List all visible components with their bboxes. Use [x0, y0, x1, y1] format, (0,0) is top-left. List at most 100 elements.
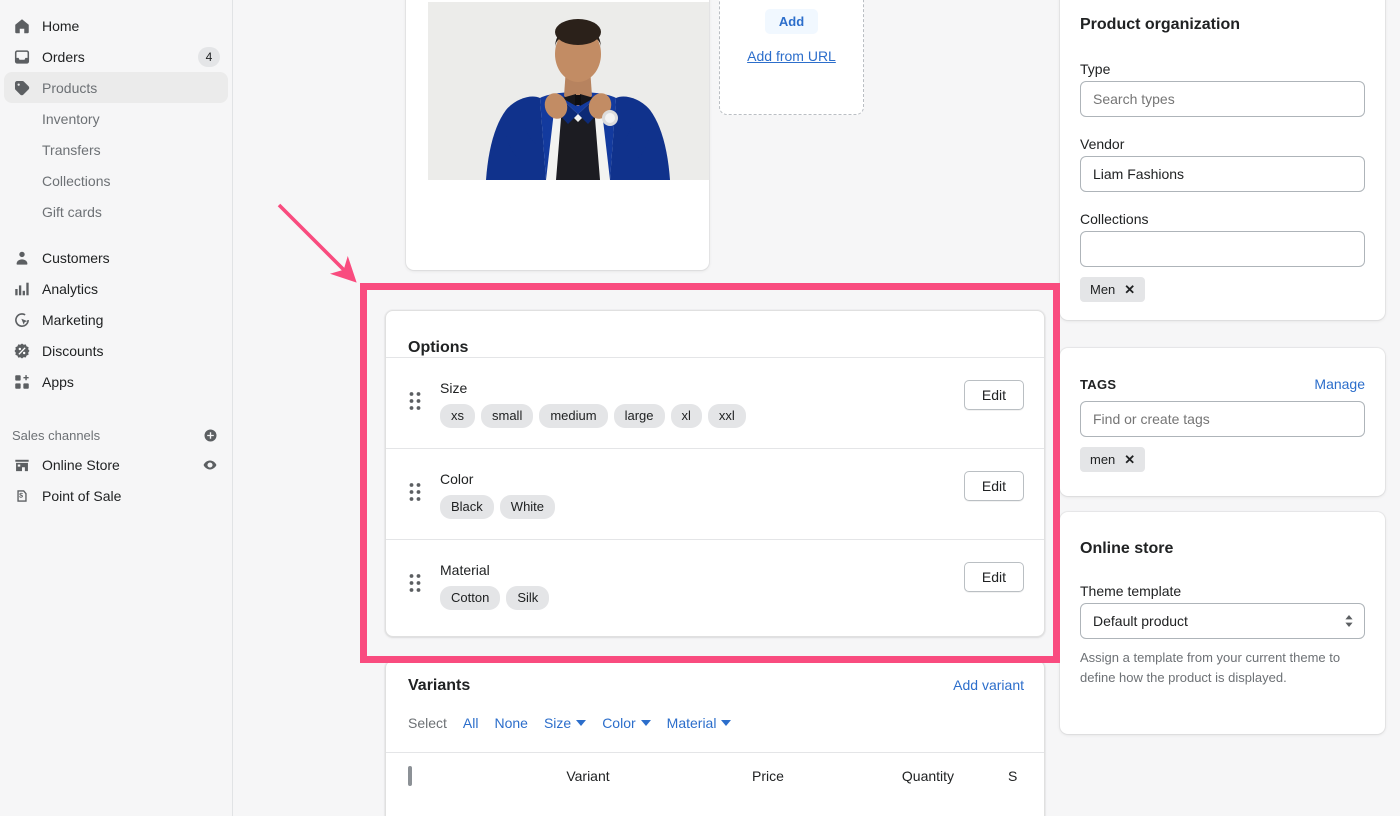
- theme-template-label: Theme template: [1080, 583, 1182, 599]
- select-all-checkbox[interactable]: [408, 766, 412, 786]
- variants-card: Variants Add variant Select All None Siz…: [385, 660, 1045, 816]
- sidebar-subitem-transfers[interactable]: Transfers: [4, 134, 228, 165]
- sidebar-item-label: Analytics: [42, 280, 99, 297]
- filter-material-dropdown[interactable]: Material: [667, 715, 732, 731]
- marketing-target-icon: [12, 310, 32, 330]
- tags-label: TAGS: [1080, 377, 1117, 392]
- orders-count-badge: 4: [198, 46, 220, 67]
- theme-template-select[interactable]: Default product: [1080, 603, 1365, 639]
- add-variant-link[interactable]: Add variant: [953, 677, 1024, 693]
- option-value-chip: Black: [440, 495, 494, 519]
- sidebar-subitem-collections[interactable]: Collections: [4, 165, 228, 196]
- sidebar-item-orders[interactable]: Orders 4: [4, 41, 228, 72]
- edit-option-color-button[interactable]: Edit: [963, 471, 1024, 501]
- sidebar-item-customers[interactable]: Customers: [4, 242, 228, 273]
- type-input[interactable]: [1080, 81, 1365, 117]
- sidebar-item-label: Discounts: [42, 342, 104, 359]
- sidebar-subitem-label: Inventory: [42, 110, 100, 127]
- option-value-chip: xxl: [707, 404, 746, 428]
- plus-circle-icon[interactable]: [200, 425, 220, 445]
- drag-handle-icon[interactable]: [408, 560, 424, 599]
- product-photo[interactable]: [428, 2, 709, 180]
- drag-handle-icon[interactable]: [408, 378, 424, 417]
- sidebar-item-point-of-sale[interactable]: Point of Sale: [4, 480, 228, 511]
- option-values: Cotton Silk: [440, 586, 964, 610]
- sidebar-item-products[interactable]: Products: [4, 72, 228, 103]
- sidebar-subitem-gift-cards[interactable]: Gift cards: [4, 196, 228, 227]
- edit-option-material-button[interactable]: Edit: [963, 562, 1024, 592]
- options-title: Options: [408, 339, 469, 356]
- option-value-chip: large: [613, 404, 665, 428]
- sidebar-item-label: Orders: [42, 48, 85, 65]
- sidebar-item-label: Marketing: [42, 311, 104, 328]
- filter-size-label: Size: [543, 715, 572, 731]
- chevron-down-icon: [576, 720, 587, 726]
- drag-handle-icon[interactable]: [408, 469, 424, 508]
- sales-channels-header: Sales channels: [4, 421, 228, 449]
- sidebar-item-home[interactable]: Home: [4, 10, 228, 41]
- sales-channels-label: Sales channels: [12, 427, 101, 443]
- option-body: Color Black White: [440, 469, 964, 519]
- sidebar-item-label: Apps: [42, 373, 74, 390]
- discounts-percent-icon: [12, 341, 32, 361]
- filter-size-dropdown[interactable]: Size: [543, 715, 587, 731]
- sidebar-item-online-store[interactable]: Online Store: [4, 449, 228, 480]
- sidebar-item-label: Home: [42, 17, 80, 34]
- select-all-checkbox-cell: [408, 766, 488, 786]
- products-tag-icon: [12, 78, 32, 98]
- column-header-quantity: Quantity: [901, 768, 955, 784]
- sidebar-item-marketing[interactable]: Marketing: [4, 304, 228, 335]
- edit-option-size-button[interactable]: Edit: [963, 380, 1024, 410]
- option-value-chip: medium: [539, 404, 608, 428]
- product-media-card: [406, 0, 709, 270]
- sidebar-subitem-label: Transfers: [42, 141, 101, 158]
- sidebar-item-discounts[interactable]: Discounts: [4, 335, 228, 366]
- manage-tags-link[interactable]: Manage: [1314, 376, 1365, 392]
- sidebar-item-analytics[interactable]: Analytics: [4, 273, 228, 304]
- tags-body: TAGS Manage men ✕: [1060, 348, 1385, 472]
- vendor-input[interactable]: [1080, 156, 1365, 192]
- collection-pill-men: Men ✕: [1080, 277, 1146, 302]
- filter-color-label: Color: [602, 715, 636, 731]
- online-store-title: Online store: [1080, 540, 1174, 557]
- main-sidebar: Home Orders 4 Products Inventory Transfe…: [0, 0, 233, 816]
- filter-material-label: Material: [666, 715, 717, 731]
- option-name: Size: [440, 380, 468, 396]
- option-value-chip: xl: [670, 404, 702, 428]
- online-store-body: Online store Theme template Default prod…: [1060, 512, 1385, 688]
- tag-pill-label: men: [1090, 452, 1116, 467]
- column-header-sku: S: [1008, 768, 1018, 784]
- option-value-chip: White: [499, 495, 556, 519]
- shopify-admin-product-page: Home Orders 4 Products Inventory Transfe…: [0, 0, 1400, 816]
- sidebar-item-label: Online Store: [42, 456, 120, 473]
- media-dropzone[interactable]: Add Add from URL: [719, 0, 864, 115]
- close-x-icon[interactable]: ✕: [1124, 453, 1135, 466]
- column-header-variant: Variant: [566, 768, 610, 784]
- filter-color-dropdown[interactable]: Color: [602, 715, 651, 731]
- variants-header: Variants Add variant: [386, 661, 1044, 695]
- add-media-button[interactable]: Add: [764, 9, 819, 34]
- add-from-url-link[interactable]: Add from URL: [747, 48, 836, 64]
- tags-input[interactable]: [1080, 401, 1365, 437]
- select-all-link[interactable]: All: [463, 715, 479, 731]
- sidebar-subitem-inventory[interactable]: Inventory: [4, 103, 228, 134]
- option-row-material: Material Cotton Silk Edit: [386, 539, 1044, 630]
- select-none-link[interactable]: None: [494, 715, 527, 731]
- sidebar-item-apps[interactable]: Apps: [4, 366, 228, 397]
- analytics-bars-icon: [12, 279, 32, 299]
- product-photo-image: [428, 2, 709, 180]
- column-header-price: Price: [752, 768, 784, 784]
- customers-person-icon: [12, 248, 32, 268]
- orders-inbox-icon: [12, 47, 32, 67]
- variants-select-bar: Select All None Size Color Material: [386, 695, 1044, 731]
- right-sidebar: Product organization Type Vendor Collect…: [1060, 0, 1400, 816]
- option-body: Material Cotton Silk: [440, 560, 964, 610]
- product-organization-title: Product organization: [1080, 16, 1240, 33]
- close-x-icon[interactable]: ✕: [1124, 283, 1135, 296]
- option-value-chip: Silk: [506, 586, 550, 610]
- eye-icon[interactable]: [200, 455, 220, 475]
- collections-input[interactable]: [1080, 231, 1365, 267]
- product-organization-card: Product organization Type Vendor Collect…: [1060, 0, 1385, 320]
- theme-template-help-text: Assign a template from your current them…: [1080, 650, 1341, 685]
